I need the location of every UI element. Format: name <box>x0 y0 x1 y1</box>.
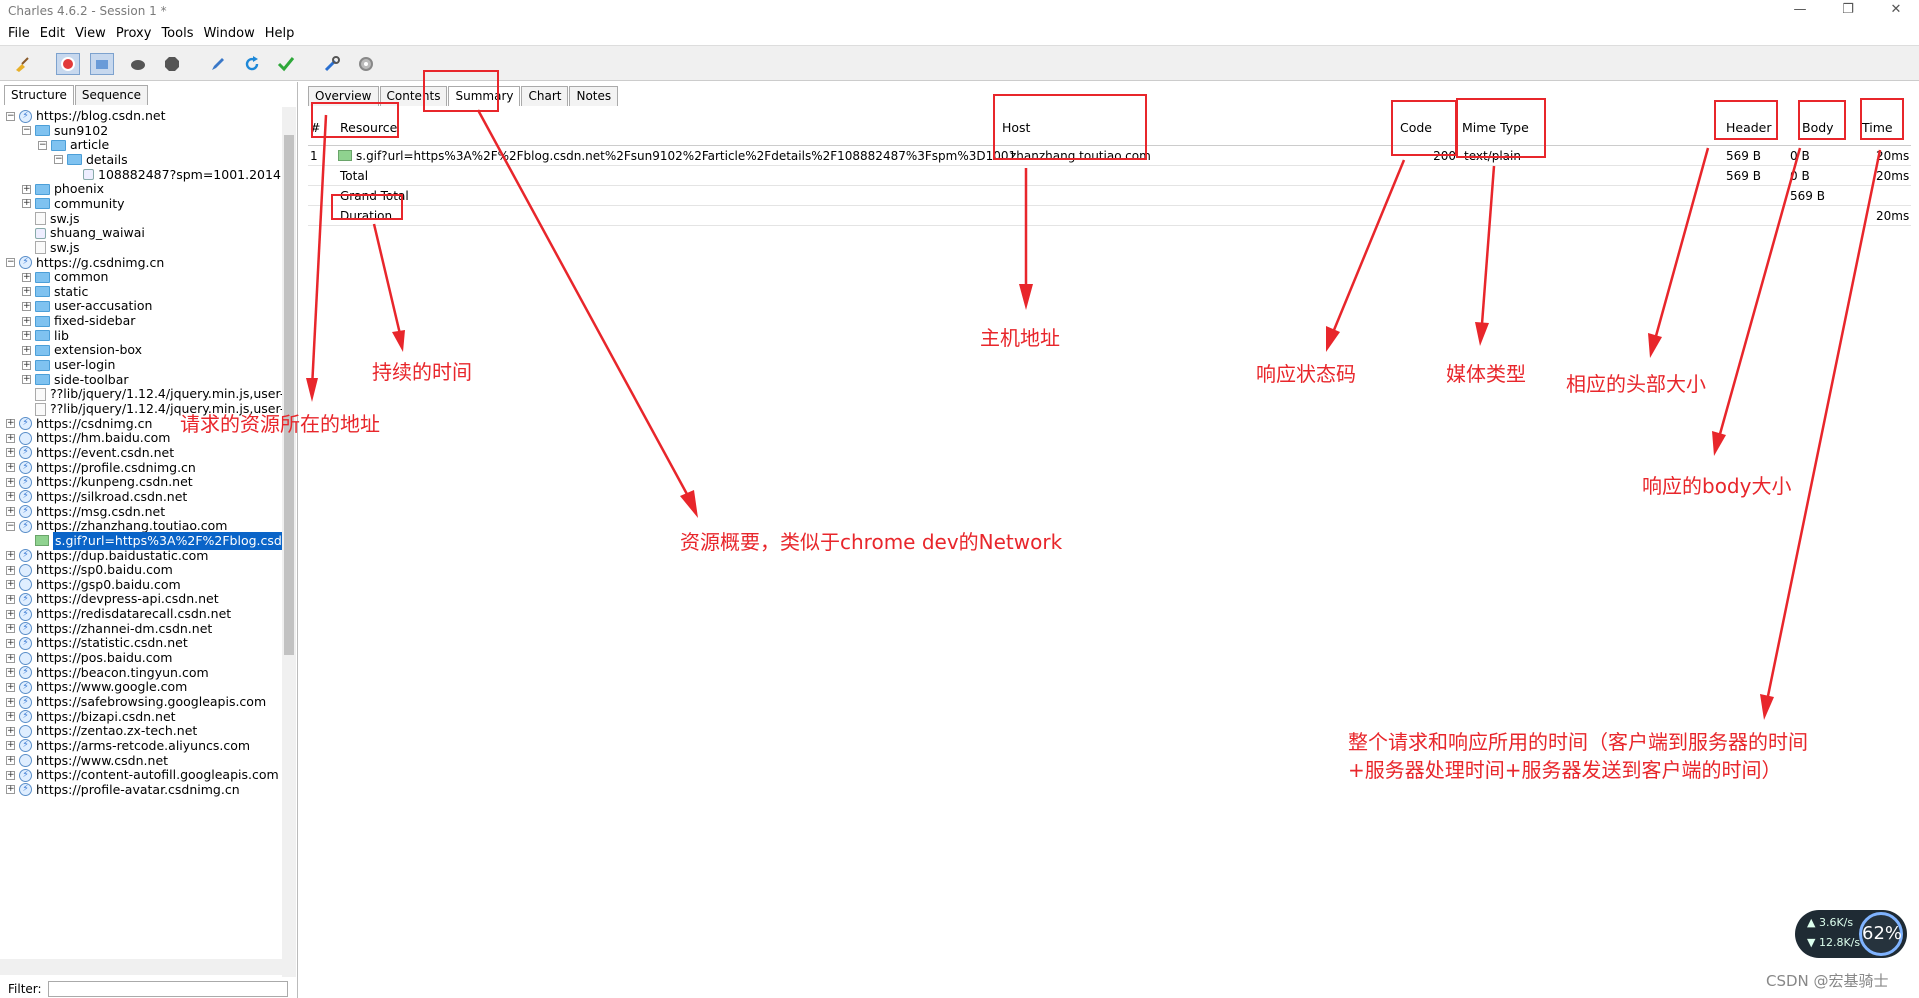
arrowhead-resource <box>306 378 318 402</box>
annotation-body: 响应的body大小 <box>1642 474 1792 498</box>
upload-speed: ▲ 3.6K/s <box>1807 916 1854 929</box>
arrow-duration <box>372 223 402 335</box>
arrow-summary <box>476 109 690 497</box>
watermark: CSDN @宏基骑士 <box>1766 972 1889 990</box>
annotation-duration: 持续的时间 <box>372 360 472 384</box>
arrow-time <box>1766 149 1882 697</box>
arrow-code <box>1332 159 1406 331</box>
download-speed-value: 12.8K/s <box>1818 936 1861 949</box>
network-percent: 62% <box>1859 912 1903 956</box>
arrow-body <box>1718 147 1802 435</box>
download-speed: ▼ 12.8K/s <box>1807 936 1861 949</box>
arrow-header <box>1654 147 1710 337</box>
arrowhead-code <box>1326 326 1340 352</box>
annotation-code: 响应状态码 <box>1256 362 1356 386</box>
upload-speed-value: 3.6K/s <box>1818 916 1854 929</box>
annotation-time-line2: +服务器处理时间+服务器发送到客户端的时间） <box>1348 758 1782 782</box>
arrowhead-summary <box>680 490 698 518</box>
annotation-arrows <box>306 109 1882 720</box>
arrow-resource <box>310 114 328 389</box>
annotation-summary: 资源概要，类似于chrome dev的Network <box>680 530 1063 554</box>
arrow-mime <box>1480 165 1496 325</box>
annotation-resource: 请求的资源所在的地址 <box>180 412 380 436</box>
charles-window: { "window": {"title": "Charles 4.6.2 - S… <box>0 0 1919 998</box>
annotation-header: 相应的头部大小 <box>1566 372 1706 396</box>
annotation-mime: 媒体类型 <box>1446 362 1526 386</box>
arrowhead-header <box>1648 333 1662 358</box>
annotation-host: 主机地址 <box>980 326 1060 350</box>
arrowhead-host <box>1019 284 1033 310</box>
network-speed-widget: ▲ 3.6K/s ▼ 12.8K/s 62% <box>1795 910 1907 958</box>
arrowhead-duration <box>392 330 405 352</box>
arrowhead-body <box>1712 431 1726 456</box>
arrowhead-mime <box>1475 322 1489 346</box>
arrowhead-time <box>1760 694 1774 720</box>
annotation-time-line1: 整个请求和响应所用的时间（客户端到服务器的时间 <box>1348 730 1808 754</box>
